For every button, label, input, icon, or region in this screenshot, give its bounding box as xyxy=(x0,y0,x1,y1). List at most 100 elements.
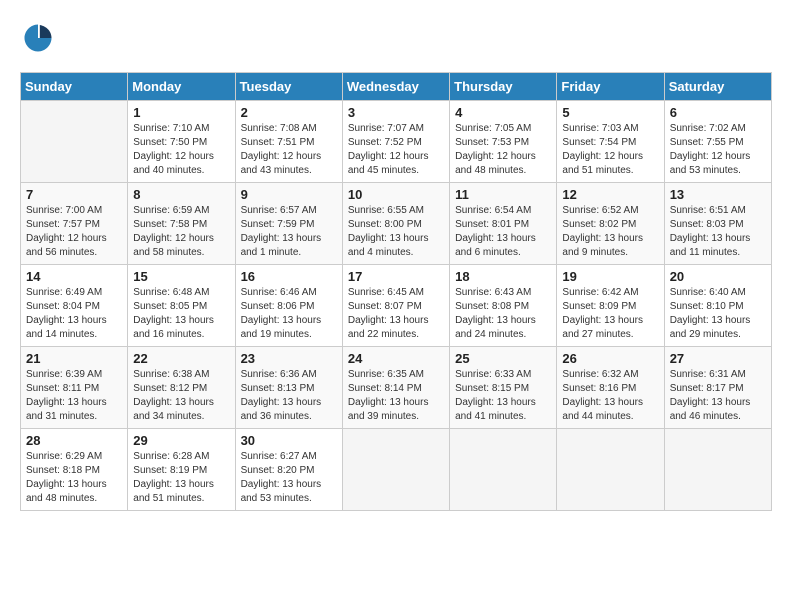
day-info: Sunrise: 7:08 AMSunset: 7:51 PMDaylight:… xyxy=(241,122,337,178)
calendar-cell: 2Sunrise: 7:08 AMSunset: 7:51 PMDaylight… xyxy=(235,101,342,183)
day-info: Sunrise: 7:05 AMSunset: 7:53 PMDaylight:… xyxy=(455,122,551,178)
day-info: Sunrise: 6:29 AMSunset: 8:18 PMDaylight:… xyxy=(26,450,122,506)
calendar-cell: 16 Sunrise: 6:46 AMSunset: 8:06 PMDayligh… xyxy=(235,265,342,347)
calendar-cell: 20 Sunrise: 6:40 AMSunset: 8:10 PMDayligh… xyxy=(664,265,771,347)
day-info: Sunrise: 6:35 AMSunset: 8:14 PMDaylight:… xyxy=(348,368,444,424)
day-info: Sunrise: 6:27 AMSunset: 8:20 PMDaylight:… xyxy=(241,450,337,506)
calendar-cell: 23 Sunrise: 6:36 AMSunset: 8:13 PMDayligh… xyxy=(235,347,342,429)
calendar-header-row: SundayMondayTuesdayWednesdayThursdayFrid… xyxy=(21,73,772,101)
day-number: 19 xyxy=(562,269,658,284)
calendar-cell: 19 Sunrise: 6:42 AMSunset: 8:09 PMDayligh… xyxy=(557,265,664,347)
calendar-cell xyxy=(450,429,557,511)
calendar-week-row: 1 Sunrise: 7:10 AMSunset: 7:50 PMDaylight… xyxy=(21,101,772,183)
calendar-cell xyxy=(342,429,449,511)
day-number: 1 xyxy=(133,105,229,120)
day-number: 13 xyxy=(670,187,766,202)
day-info: Sunrise: 6:40 AMSunset: 8:10 PMDaylight:… xyxy=(670,286,766,342)
calendar-cell: 17 Sunrise: 6:45 AMSunset: 8:07 PMDayligh… xyxy=(342,265,449,347)
calendar-cell: 18Sunrise: 6:43 AMSunset: 8:08 PMDayligh… xyxy=(450,265,557,347)
day-number: 29 xyxy=(133,433,229,448)
weekday-header: Saturday xyxy=(664,73,771,101)
day-number: 25 xyxy=(455,351,551,366)
weekday-header: Tuesday xyxy=(235,73,342,101)
logo xyxy=(20,20,60,56)
calendar-cell: 24 Sunrise: 6:35 AMSunset: 8:14 PMDayligh… xyxy=(342,347,449,429)
day-info: Sunrise: 6:57 AMSunset: 7:59 PMDaylight:… xyxy=(241,204,337,260)
day-number: 20 xyxy=(670,269,766,284)
day-number: 15 xyxy=(133,269,229,284)
calendar-cell: 15 Sunrise: 6:48 AMSunset: 8:05 PMDayligh… xyxy=(128,265,235,347)
day-number: 12 xyxy=(562,187,658,202)
calendar-cell: 10 Sunrise: 6:55 AMSunset: 8:00 PMDayligh… xyxy=(342,183,449,265)
calendar-cell: 26 Sunrise: 6:32 AMSunset: 8:16 PMDayligh… xyxy=(557,347,664,429)
page-header xyxy=(20,20,772,56)
day-info: Sunrise: 7:02 AMSunset: 7:55 PMDaylight:… xyxy=(670,122,766,178)
day-number: 8 xyxy=(133,187,229,202)
calendar-cell xyxy=(557,429,664,511)
day-info: Sunrise: 6:42 AMSunset: 8:09 PMDaylight:… xyxy=(562,286,658,342)
day-number: 3 xyxy=(348,105,444,120)
calendar-cell: 21Sunrise: 6:39 AMSunset: 8:11 PMDayligh… xyxy=(21,347,128,429)
calendar-week-row: 21Sunrise: 6:39 AMSunset: 8:11 PMDayligh… xyxy=(21,347,772,429)
day-info: Sunrise: 7:03 AMSunset: 7:54 PMDaylight:… xyxy=(562,122,658,178)
calendar-cell: 14 Sunrise: 6:49 AMSunset: 8:04 PMDayligh… xyxy=(21,265,128,347)
calendar-week-row: 7Sunrise: 7:00 AMSunset: 7:57 PMDaylight… xyxy=(21,183,772,265)
calendar-cell: 22 Sunrise: 6:38 AMSunset: 8:12 PMDayligh… xyxy=(128,347,235,429)
calendar-cell: 4Sunrise: 7:05 AMSunset: 7:53 PMDaylight… xyxy=(450,101,557,183)
calendar-cell: 1 Sunrise: 7:10 AMSunset: 7:50 PMDaylight… xyxy=(128,101,235,183)
day-number: 21 xyxy=(26,351,122,366)
calendar-cell: 29 Sunrise: 6:28 AMSunset: 8:19 PMDayligh… xyxy=(128,429,235,511)
calendar-week-row: 28 Sunrise: 6:29 AMSunset: 8:18 PMDayligh… xyxy=(21,429,772,511)
day-number: 30 xyxy=(241,433,337,448)
day-number: 28 xyxy=(26,433,122,448)
calendar-cell: 12 Sunrise: 6:52 AMSunset: 8:02 PMDayligh… xyxy=(557,183,664,265)
day-number: 27 xyxy=(670,351,766,366)
day-number: 22 xyxy=(133,351,229,366)
day-number: 6 xyxy=(670,105,766,120)
day-number: 11 xyxy=(455,187,551,202)
day-info: Sunrise: 6:32 AMSunset: 8:16 PMDaylight:… xyxy=(562,368,658,424)
day-number: 14 xyxy=(26,269,122,284)
day-info: Sunrise: 7:10 AMSunset: 7:50 PMDaylight:… xyxy=(133,122,229,178)
calendar-cell: 5 Sunrise: 7:03 AMSunset: 7:54 PMDaylight… xyxy=(557,101,664,183)
weekday-header: Monday xyxy=(128,73,235,101)
day-info: Sunrise: 6:31 AMSunset: 8:17 PMDaylight:… xyxy=(670,368,766,424)
calendar-cell: 6 Sunrise: 7:02 AMSunset: 7:55 PMDaylight… xyxy=(664,101,771,183)
day-number: 24 xyxy=(348,351,444,366)
calendar-cell: 11 Sunrise: 6:54 AMSunset: 8:01 PMDayligh… xyxy=(450,183,557,265)
calendar-cell: 7Sunrise: 7:00 AMSunset: 7:57 PMDaylight… xyxy=(21,183,128,265)
day-info: Sunrise: 6:59 AMSunset: 7:58 PMDaylight:… xyxy=(133,204,229,260)
day-info: Sunrise: 6:51 AMSunset: 8:03 PMDaylight:… xyxy=(670,204,766,260)
calendar-cell xyxy=(664,429,771,511)
day-info: Sunrise: 6:52 AMSunset: 8:02 PMDaylight:… xyxy=(562,204,658,260)
calendar-week-row: 14 Sunrise: 6:49 AMSunset: 8:04 PMDayligh… xyxy=(21,265,772,347)
weekday-header: Friday xyxy=(557,73,664,101)
day-number: 5 xyxy=(562,105,658,120)
day-number: 9 xyxy=(241,187,337,202)
day-number: 17 xyxy=(348,269,444,284)
day-number: 26 xyxy=(562,351,658,366)
day-info: Sunrise: 6:28 AMSunset: 8:19 PMDaylight:… xyxy=(133,450,229,506)
calendar-cell xyxy=(21,101,128,183)
day-info: Sunrise: 6:48 AMSunset: 8:05 PMDaylight:… xyxy=(133,286,229,342)
day-info: Sunrise: 6:46 AMSunset: 8:06 PMDaylight:… xyxy=(241,286,337,342)
calendar-cell: 30 Sunrise: 6:27 AMSunset: 8:20 PMDayligh… xyxy=(235,429,342,511)
calendar-cell: 25 Sunrise: 6:33 AMSunset: 8:15 PMDayligh… xyxy=(450,347,557,429)
calendar-cell: 27 Sunrise: 6:31 AMSunset: 8:17 PMDayligh… xyxy=(664,347,771,429)
calendar-cell: 28 Sunrise: 6:29 AMSunset: 8:18 PMDayligh… xyxy=(21,429,128,511)
day-number: 16 xyxy=(241,269,337,284)
calendar-cell: 9 Sunrise: 6:57 AMSunset: 7:59 PMDaylight… xyxy=(235,183,342,265)
calendar-cell: 3Sunrise: 7:07 AMSunset: 7:52 PMDaylight… xyxy=(342,101,449,183)
day-info: Sunrise: 6:49 AMSunset: 8:04 PMDaylight:… xyxy=(26,286,122,342)
day-info: Sunrise: 6:45 AMSunset: 8:07 PMDaylight:… xyxy=(348,286,444,342)
weekday-header: Thursday xyxy=(450,73,557,101)
day-info: Sunrise: 6:55 AMSunset: 8:00 PMDaylight:… xyxy=(348,204,444,260)
weekday-header: Wednesday xyxy=(342,73,449,101)
day-number: 10 xyxy=(348,187,444,202)
day-info: Sunrise: 6:33 AMSunset: 8:15 PMDaylight:… xyxy=(455,368,551,424)
day-number: 23 xyxy=(241,351,337,366)
day-info: Sunrise: 6:38 AMSunset: 8:12 PMDaylight:… xyxy=(133,368,229,424)
calendar-table: SundayMondayTuesdayWednesdayThursdayFrid… xyxy=(20,72,772,511)
day-info: Sunrise: 6:54 AMSunset: 8:01 PMDaylight:… xyxy=(455,204,551,260)
day-info: Sunrise: 6:36 AMSunset: 8:13 PMDaylight:… xyxy=(241,368,337,424)
